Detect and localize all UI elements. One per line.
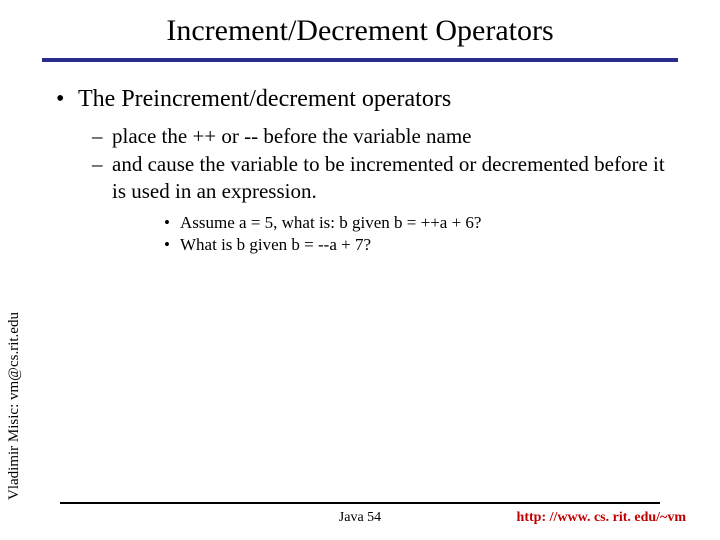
slide-title: Increment/Decrement Operators (0, 14, 720, 48)
bullet-level3-text: Assume a = 5, what is: b given b = ++a +… (180, 212, 672, 233)
footer-divider (60, 502, 660, 504)
bullet-level1: • The Preincrement/decrement operators (56, 86, 672, 113)
level3-group: • Assume a = 5, what is: b given b = ++a… (164, 212, 672, 256)
bullet-level3: • What is b given b = --a + 7? (164, 234, 672, 255)
footer-url: http: //www. cs. rit. edu/~vm (517, 510, 686, 526)
slide: Increment/Decrement Operators • The Prei… (0, 0, 720, 540)
bullet-level3-text: What is b given b = --a + 7? (180, 234, 672, 255)
bullet-level1-text: The Preincrement/decrement operators (78, 86, 672, 113)
bullet-level2-text: and cause the variable to be incremented… (112, 151, 672, 204)
content-area: • The Preincrement/decrement operators –… (56, 86, 672, 256)
dash-bullet-icon: – (92, 151, 112, 204)
disc-bullet-icon: • (164, 212, 180, 233)
disc-bullet-icon: • (164, 234, 180, 255)
disc-bullet-icon: • (56, 86, 78, 113)
bullet-level2-text: place the ++ or -- before the variable n… (112, 123, 672, 149)
bullet-level3: • Assume a = 5, what is: b given b = ++a… (164, 212, 672, 233)
bullet-level2: – and cause the variable to be increment… (92, 151, 672, 204)
dash-bullet-icon: – (92, 123, 112, 149)
title-underline (42, 58, 678, 62)
bullet-level2: – place the ++ or -- before the variable… (92, 123, 672, 149)
author-vertical-label: Vladimir Misic: vm@cs.rit.edu (6, 312, 23, 500)
level2-group: – place the ++ or -- before the variable… (92, 123, 672, 255)
